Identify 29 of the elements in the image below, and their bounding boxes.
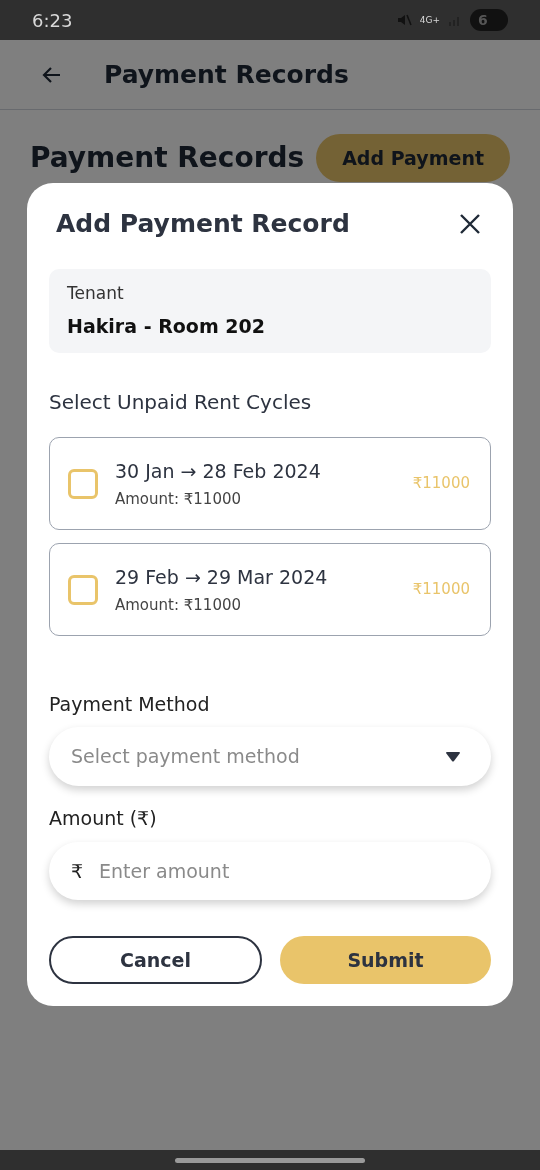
cycle-amount: Amount: ₹11000 <box>115 488 243 510</box>
cycle-total: ₹11000 <box>412 579 470 601</box>
status-time: 6:23 <box>32 8 73 33</box>
caret-icon <box>445 750 461 762</box>
cycle-period: 29 Feb → 29 Mar 2024 <box>115 565 329 591</box>
currency-prefix: ₹ <box>71 859 84 884</box>
battery-indicator: 6 <box>470 9 508 31</box>
page-heading: Payment Records <box>30 140 305 176</box>
section-heading: Select Unpaid Rent Cycles <box>49 389 313 417</box>
checkbox[interactable] <box>68 468 98 499</box>
dropdown-placeholder: Select payment method <box>71 743 300 769</box>
mute-icon <box>395 12 412 28</box>
home-indicator[interactable] <box>175 1157 365 1163</box>
close-icon[interactable] <box>459 212 481 235</box>
field-label: Payment Method <box>49 692 211 718</box>
cancel-button[interactable]: Cancel <box>49 936 262 984</box>
rent-cycle-card[interactable]: 29 Feb → 29 Mar 2024 Amount: ₹11000 ₹11000 <box>49 543 491 637</box>
tenant-label: Tenant <box>67 281 125 305</box>
field-label: Amount (₹) <box>49 805 158 831</box>
tenant-value: Hakira - Room 202 <box>67 314 266 340</box>
rent-cycle-card[interactable]: 30 Jan → 28 Feb 2024 Amount: ₹11000 ₹11000 <box>49 437 491 531</box>
network-label: 4G+ <box>419 15 440 25</box>
cycle-amount: Amount: ₹11000 <box>115 594 243 616</box>
cycle-period: 30 Jan → 28 Feb 2024 <box>115 459 322 485</box>
app-bar-title: Payment Records <box>104 58 349 91</box>
cycle-total: ₹11000 <box>412 473 470 495</box>
checkbox[interactable] <box>68 574 98 605</box>
submit-button[interactable]: Submit <box>280 936 491 984</box>
dialog-title: Add Payment Record <box>56 208 350 240</box>
